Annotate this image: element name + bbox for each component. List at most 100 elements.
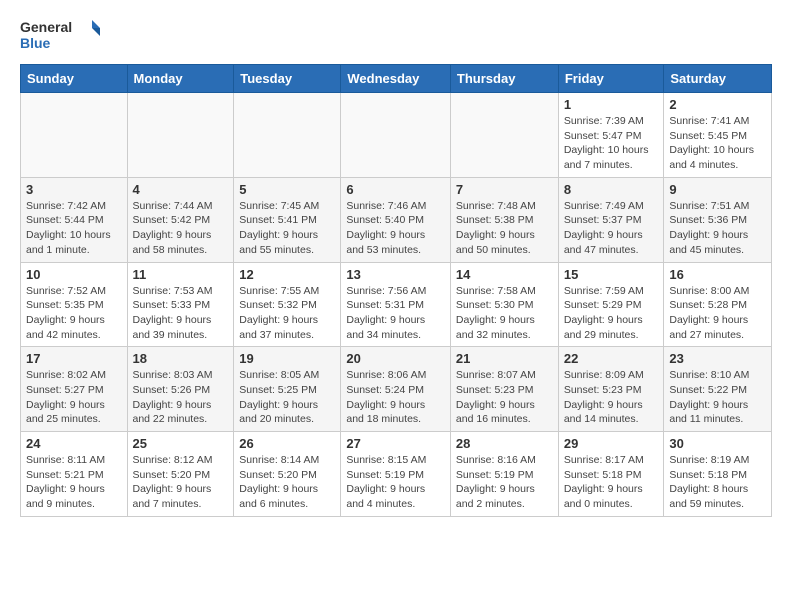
day-cell: 17 Sunrise: 8:02 AM Sunset: 5:27 PM Dayli… [21, 347, 128, 432]
day-info: Sunrise: 8:09 AM Sunset: 5:23 PM Dayligh… [564, 368, 659, 427]
day-number: 3 [26, 182, 122, 197]
week-row-1: 1 Sunrise: 7:39 AM Sunset: 5:47 PM Daylig… [21, 93, 772, 178]
col-header-wednesday: Wednesday [341, 65, 451, 93]
day-info: Sunrise: 8:07 AM Sunset: 5:23 PM Dayligh… [456, 368, 553, 427]
day-cell: 27Sunrise: 8:15 AM Sunset: 5:19 PM Dayli… [341, 432, 451, 517]
day-cell [127, 93, 234, 178]
col-header-monday: Monday [127, 65, 234, 93]
day-number: 17 [26, 351, 122, 366]
day-cell: 10 Sunrise: 7:52 AM Sunset: 5:35 PM Dayli… [21, 262, 128, 347]
day-number: 1 [564, 97, 659, 112]
day-info: Sunrise: 8:17 AM Sunset: 5:18 PM Dayligh… [564, 453, 659, 512]
day-cell: 8Sunrise: 7:49 AM Sunset: 5:37 PM Daylig… [558, 177, 664, 262]
day-info: Sunrise: 7:45 AM Sunset: 5:41 PM Dayligh… [239, 199, 335, 258]
day-cell [450, 93, 558, 178]
day-info: Sunrise: 8:15 AM Sunset: 5:19 PM Dayligh… [346, 453, 445, 512]
day-number: 29 [564, 436, 659, 451]
day-number: 13 [346, 267, 445, 282]
day-cell: 2 Sunrise: 7:41 AM Sunset: 5:45 PM Daylig… [664, 93, 772, 178]
col-header-thursday: Thursday [450, 65, 558, 93]
col-header-saturday: Saturday [664, 65, 772, 93]
day-info: Sunrise: 8:10 AM Sunset: 5:22 PM Dayligh… [669, 368, 766, 427]
day-number: 12 [239, 267, 335, 282]
day-cell: 29 Sunrise: 8:17 AM Sunset: 5:18 PM Dayli… [558, 432, 664, 517]
day-number: 23 [669, 351, 766, 366]
day-number: 10 [26, 267, 122, 282]
day-number: 22 [564, 351, 659, 366]
day-number: 28 [456, 436, 553, 451]
day-info: Sunrise: 8:19 AM Sunset: 5:18 PM Dayligh… [669, 453, 766, 512]
col-header-tuesday: Tuesday [234, 65, 341, 93]
day-cell: 3 Sunrise: 7:42 AM Sunset: 5:44 PM Daylig… [21, 177, 128, 262]
header-row: SundayMondayTuesdayWednesdayThursdayFrid… [21, 65, 772, 93]
day-info: Sunrise: 7:55 AM Sunset: 5:32 PM Dayligh… [239, 284, 335, 343]
day-number: 18 [133, 351, 229, 366]
day-info: Sunrise: 8:11 AM Sunset: 5:21 PM Dayligh… [26, 453, 122, 512]
day-number: 15 [564, 267, 659, 282]
svg-text:Blue: Blue [20, 35, 51, 51]
day-cell: 1 Sunrise: 7:39 AM Sunset: 5:47 PM Daylig… [558, 93, 664, 178]
day-number: 16 [669, 267, 766, 282]
day-info: Sunrise: 7:46 AM Sunset: 5:40 PM Dayligh… [346, 199, 445, 258]
week-row-2: 3 Sunrise: 7:42 AM Sunset: 5:44 PM Daylig… [21, 177, 772, 262]
day-cell: 21 Sunrise: 8:07 AM Sunset: 5:23 PM Dayli… [450, 347, 558, 432]
day-number: 2 [669, 97, 766, 112]
day-cell: 14 Sunrise: 7:58 AM Sunset: 5:30 PM Dayli… [450, 262, 558, 347]
day-cell: 5 Sunrise: 7:45 AM Sunset: 5:41 PM Daylig… [234, 177, 341, 262]
day-cell: 25 Sunrise: 8:12 AM Sunset: 5:20 PM Dayli… [127, 432, 234, 517]
day-info: Sunrise: 8:05 AM Sunset: 5:25 PM Dayligh… [239, 368, 335, 427]
day-cell: 7Sunrise: 7:48 AM Sunset: 5:38 PM Daylig… [450, 177, 558, 262]
day-info: Sunrise: 7:58 AM Sunset: 5:30 PM Dayligh… [456, 284, 553, 343]
day-cell: 24 Sunrise: 8:11 AM Sunset: 5:21 PM Dayli… [21, 432, 128, 517]
day-cell: 22 Sunrise: 8:09 AM Sunset: 5:23 PM Dayli… [558, 347, 664, 432]
week-row-5: 24 Sunrise: 8:11 AM Sunset: 5:21 PM Dayli… [21, 432, 772, 517]
day-number: 24 [26, 436, 122, 451]
day-info: Sunrise: 8:02 AM Sunset: 5:27 PM Dayligh… [26, 368, 122, 427]
day-info: Sunrise: 8:00 AM Sunset: 5:28 PM Dayligh… [669, 284, 766, 343]
calendar: SundayMondayTuesdayWednesdayThursdayFrid… [20, 64, 772, 517]
day-number: 6 [346, 182, 445, 197]
day-cell [21, 93, 128, 178]
day-cell: 9 Sunrise: 7:51 AM Sunset: 5:36 PM Daylig… [664, 177, 772, 262]
day-number: 26 [239, 436, 335, 451]
col-header-friday: Friday [558, 65, 664, 93]
header: General Blue [20, 16, 772, 56]
day-number: 30 [669, 436, 766, 451]
logo-svg: General Blue [20, 16, 100, 56]
day-info: Sunrise: 8:03 AM Sunset: 5:26 PM Dayligh… [133, 368, 229, 427]
day-cell [234, 93, 341, 178]
day-number: 14 [456, 267, 553, 282]
logo: General Blue [20, 16, 100, 56]
week-row-4: 17 Sunrise: 8:02 AM Sunset: 5:27 PM Dayli… [21, 347, 772, 432]
day-info: Sunrise: 7:41 AM Sunset: 5:45 PM Dayligh… [669, 114, 766, 173]
day-info: Sunrise: 7:51 AM Sunset: 5:36 PM Dayligh… [669, 199, 766, 258]
day-cell: 20Sunrise: 8:06 AM Sunset: 5:24 PM Dayli… [341, 347, 451, 432]
day-number: 4 [133, 182, 229, 197]
day-info: Sunrise: 7:42 AM Sunset: 5:44 PM Dayligh… [26, 199, 122, 258]
day-cell [341, 93, 451, 178]
day-number: 7 [456, 182, 553, 197]
page: General Blue SundayMondayTuesdayWednesda… [0, 0, 792, 537]
day-cell: 23 Sunrise: 8:10 AM Sunset: 5:22 PM Dayli… [664, 347, 772, 432]
day-info: Sunrise: 7:44 AM Sunset: 5:42 PM Dayligh… [133, 199, 229, 258]
day-cell: 13 Sunrise: 7:56 AM Sunset: 5:31 PM Dayli… [341, 262, 451, 347]
day-cell: 12 Sunrise: 7:55 AM Sunset: 5:32 PM Dayli… [234, 262, 341, 347]
day-number: 5 [239, 182, 335, 197]
day-info: Sunrise: 7:56 AM Sunset: 5:31 PM Dayligh… [346, 284, 445, 343]
day-info: Sunrise: 7:39 AM Sunset: 5:47 PM Dayligh… [564, 114, 659, 173]
day-cell: 11Sunrise: 7:53 AM Sunset: 5:33 PM Dayli… [127, 262, 234, 347]
day-cell: 26 Sunrise: 8:14 AM Sunset: 5:20 PM Dayli… [234, 432, 341, 517]
day-info: Sunrise: 8:14 AM Sunset: 5:20 PM Dayligh… [239, 453, 335, 512]
day-info: Sunrise: 7:53 AM Sunset: 5:33 PM Dayligh… [133, 284, 229, 343]
day-info: Sunrise: 8:12 AM Sunset: 5:20 PM Dayligh… [133, 453, 229, 512]
day-number: 19 [239, 351, 335, 366]
day-cell: 30 Sunrise: 8:19 AM Sunset: 5:18 PM Dayli… [664, 432, 772, 517]
day-number: 21 [456, 351, 553, 366]
day-number: 9 [669, 182, 766, 197]
day-number: 25 [133, 436, 229, 451]
day-info: Sunrise: 7:59 AM Sunset: 5:29 PM Dayligh… [564, 284, 659, 343]
day-info: Sunrise: 7:52 AM Sunset: 5:35 PM Dayligh… [26, 284, 122, 343]
day-cell: 28Sunrise: 8:16 AM Sunset: 5:19 PM Dayli… [450, 432, 558, 517]
day-info: Sunrise: 8:06 AM Sunset: 5:24 PM Dayligh… [346, 368, 445, 427]
day-cell: 15 Sunrise: 7:59 AM Sunset: 5:29 PM Dayli… [558, 262, 664, 347]
